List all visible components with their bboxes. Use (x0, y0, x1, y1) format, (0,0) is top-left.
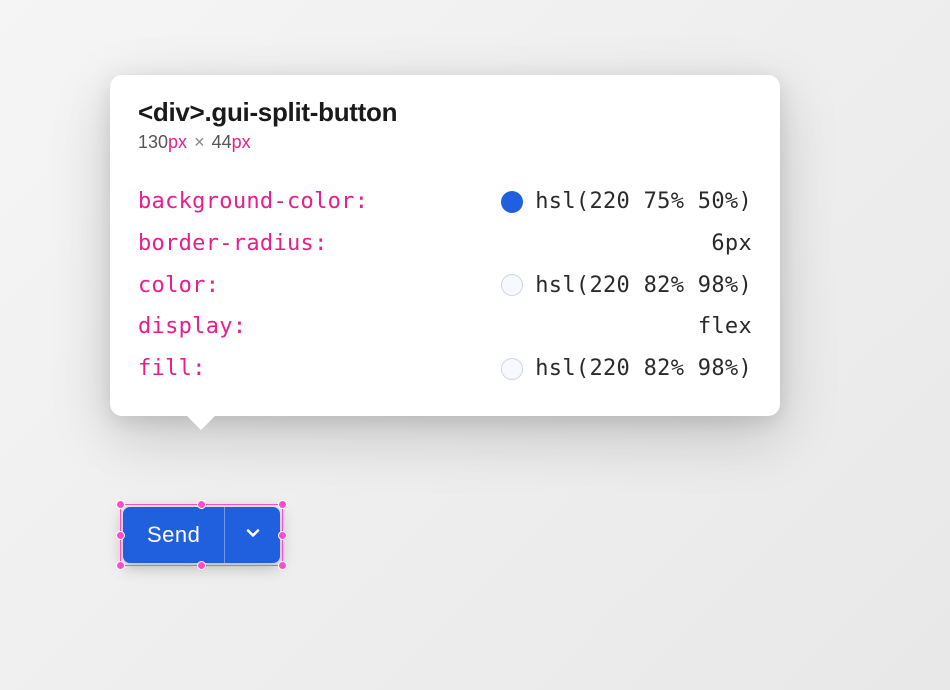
element-class: .gui-split-button (204, 97, 397, 127)
split-button-selection-wrap: Send (123, 507, 280, 563)
css-property-row: color: hsl(220 82% 98%) (138, 265, 752, 307)
css-property-name: display (138, 314, 233, 339)
gui-split-button[interactable]: Send (123, 507, 280, 563)
color-swatch-icon (501, 274, 523, 296)
css-property-value: hsl(220 82% 98%) (535, 265, 752, 307)
element-selector-title: <div>.gui-split-button (138, 97, 752, 128)
element-tag: <div> (138, 97, 204, 127)
chevron-down-icon (243, 523, 263, 548)
send-button-label: Send (147, 522, 200, 548)
height-value: 44 (212, 132, 232, 152)
css-property-value: 6px (711, 223, 752, 265)
color-swatch-icon (501, 358, 523, 380)
css-property-row: border-radius: 6px (138, 223, 752, 265)
tooltip-arrow-icon (186, 415, 216, 430)
height-unit: px (232, 132, 251, 152)
css-property-row: background-color: hsl(220 75% 50%) (138, 181, 752, 223)
color-swatch-icon (501, 191, 523, 213)
css-property-name: color (138, 273, 206, 298)
css-property-row: fill: hsl(220 82% 98%) (138, 348, 752, 390)
css-property-value: flex (698, 306, 752, 348)
css-properties-table: background-color: hsl(220 75% 50%) borde… (138, 181, 752, 390)
width-unit: px (168, 132, 187, 152)
css-property-value: hsl(220 75% 50%) (535, 181, 752, 223)
devtools-element-tooltip: <div>.gui-split-button 130px × 44px back… (110, 75, 780, 416)
element-dimensions: 130px × 44px (138, 132, 752, 153)
send-button[interactable]: Send (123, 507, 224, 563)
width-value: 130 (138, 132, 168, 152)
css-property-value: hsl(220 82% 98%) (535, 348, 752, 390)
css-property-name: background-color (138, 189, 355, 214)
selection-handle-icon[interactable] (278, 561, 287, 570)
split-button-dropdown-toggle[interactable] (224, 507, 280, 563)
selection-handle-icon[interactable] (116, 500, 125, 509)
css-property-row: display: flex (138, 306, 752, 348)
css-property-name: fill (138, 356, 192, 381)
dimension-separator: × (194, 132, 205, 152)
selection-handle-icon[interactable] (116, 561, 125, 570)
selection-handle-icon[interactable] (278, 500, 287, 509)
css-property-name: border-radius (138, 231, 314, 256)
